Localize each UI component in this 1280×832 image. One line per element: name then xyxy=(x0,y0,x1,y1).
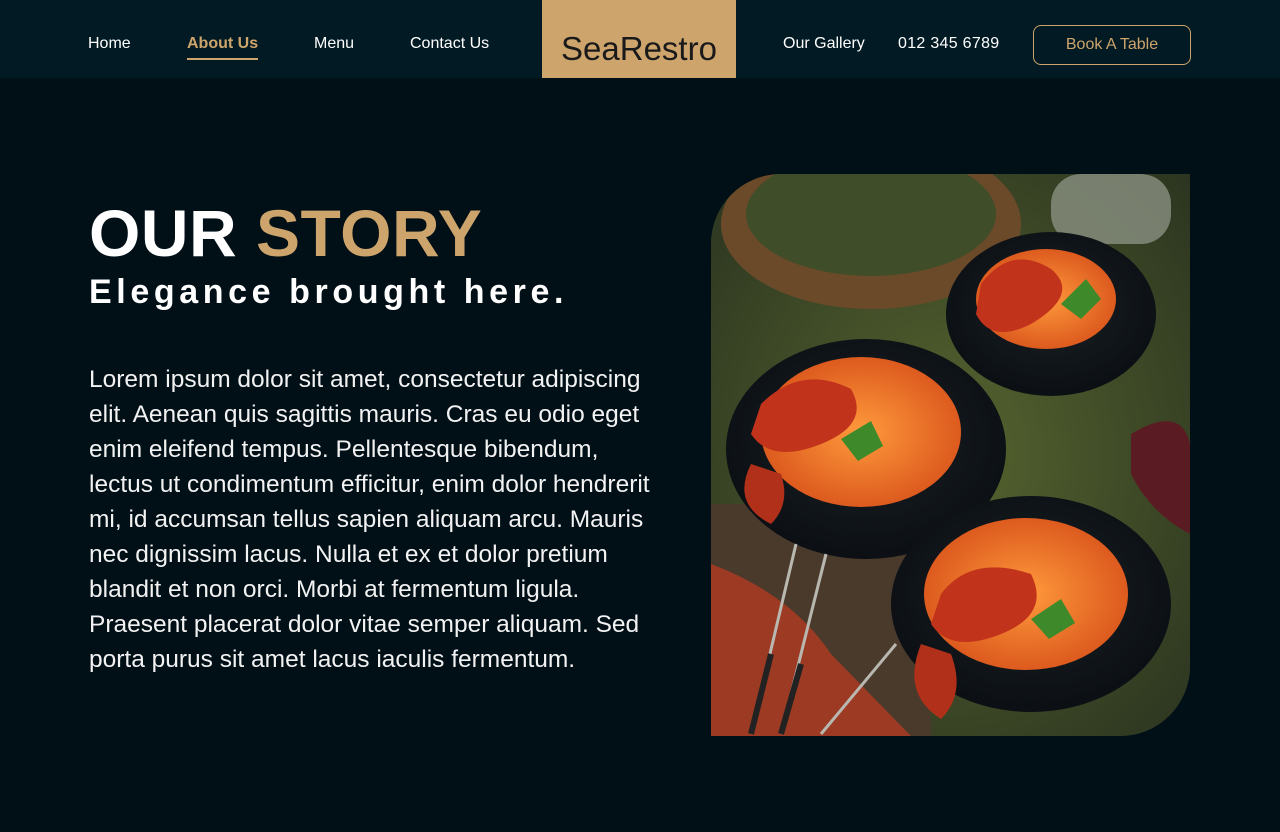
food-illustration xyxy=(711,174,1190,736)
top-navigation: Home About Us Menu Contact Us SeaRestro … xyxy=(0,0,1280,78)
story-heading-gold: STORY xyxy=(256,196,483,270)
story-subtitle: Elegance brought here. xyxy=(89,273,569,311)
nav-link-contact-us[interactable]: Contact Us xyxy=(410,34,489,54)
nav-link-about-us[interactable]: About Us xyxy=(187,34,259,60)
phone-number: 012 345 6789 xyxy=(898,35,1000,52)
book-a-table-button[interactable]: Book A Table xyxy=(1033,25,1191,65)
lobster-pasta-photo xyxy=(711,174,1190,736)
story-heading: OUR STORY xyxy=(89,196,482,270)
story-paragraph: Lorem ipsum dolor sit amet, consectetur … xyxy=(89,366,650,673)
nav-link-our-gallery[interactable]: Our Gallery xyxy=(783,34,865,54)
story-heading-white: OUR xyxy=(89,196,238,270)
site-logo[interactable]: SeaRestro xyxy=(542,0,736,78)
nav-link-home[interactable]: Home xyxy=(88,34,131,54)
nav-link-menu[interactable]: Menu xyxy=(314,34,354,54)
